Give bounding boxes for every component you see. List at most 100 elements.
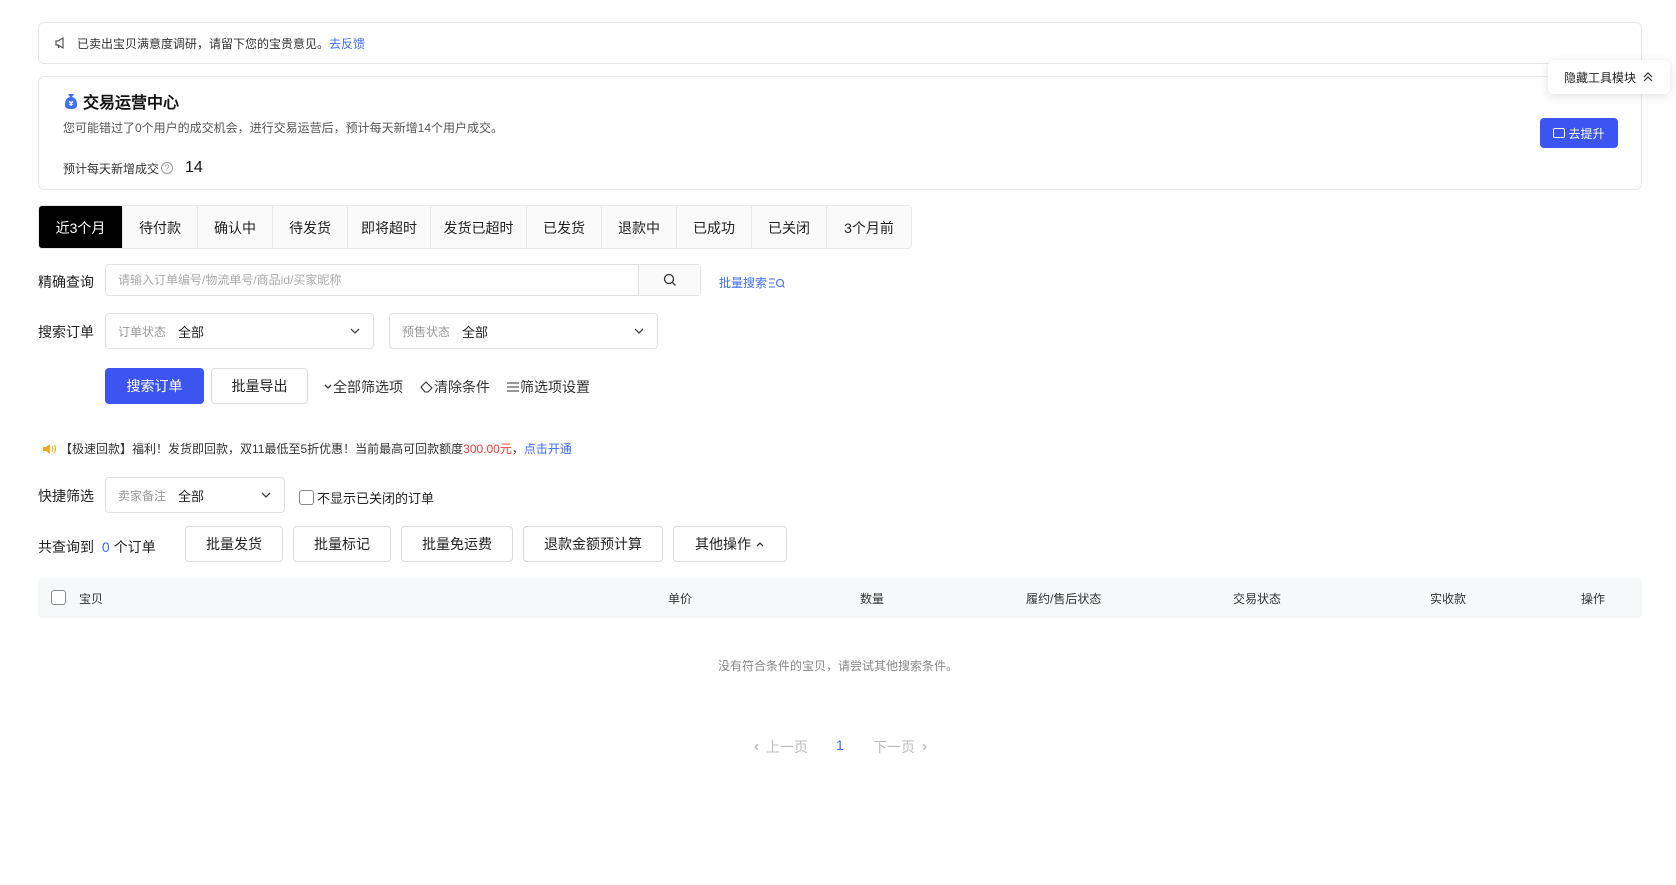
seller-remark-value: 全部 — [178, 488, 205, 504]
result-suffix: 个订单 — [113, 539, 156, 555]
svg-text:¥: ¥ — [69, 100, 74, 108]
search-icon[interactable] — [638, 265, 700, 295]
order-table-header: 宝贝 单价 数量 履约/售后状态 交易状态 实收款 操作 — [38, 578, 1642, 618]
promo-amount: 300.00元 — [463, 442, 512, 456]
hide-closed-orders-option[interactable]: 不显示已关闭的订单 — [299, 488, 434, 507]
quick-filter-label: 快捷筛选 — [38, 488, 94, 504]
tab-6[interactable]: 已发货 — [527, 206, 602, 248]
op-center-title-text: 交易运营中心 — [83, 95, 180, 112]
monitor-icon — [1553, 128, 1566, 138]
column-header-trade-status: 交易状态 — [1233, 592, 1282, 606]
survey-notice-bar: 已卖出宝贝满意度调研，请留下您的宝贵意见。 去反馈 — [38, 22, 1642, 64]
improve-button[interactable]: 去提升 — [1540, 118, 1618, 148]
tab-0[interactable]: 近3个月 — [39, 206, 123, 248]
promo-open-link[interactable]: 点击开通 — [524, 440, 572, 457]
batch-ship-button[interactable]: 批量发货 — [185, 526, 283, 562]
seller-remark-key: 卖家备注 — [118, 488, 167, 503]
seller-remark-select[interactable]: 卖家备注 全部 — [105, 477, 285, 513]
batch-free-shipping-button[interactable]: 批量免运费 — [401, 526, 513, 562]
result-prefix: 共查询到 — [38, 539, 94, 555]
order-status-tabs: 近3个月 待付款 确认中 待发货 即将超时 发货已超时 已发货 退款中 已成功 已关闭 3个月前 — [38, 205, 912, 249]
refund-estimate-button[interactable]: 退款金额预计算 — [523, 526, 663, 562]
precise-search-box — [105, 264, 701, 296]
filter-settings-button[interactable]: 筛选项设置 — [506, 377, 590, 397]
tab-8[interactable]: 已成功 — [677, 206, 752, 248]
speaker-icon — [43, 443, 56, 454]
help-icon[interactable]: ? — [161, 162, 174, 174]
chevron-down-icon — [634, 328, 644, 334]
improve-button-label: 去提升 — [1568, 126, 1605, 141]
empty-state-text: 没有符合条件的宝贝，请尝试其他搜索条件。 — [717, 659, 958, 673]
menu-icon — [507, 382, 519, 392]
eraser-icon — [420, 381, 433, 393]
order-status-key: 订单状态 — [118, 324, 167, 339]
clear-conditions-button[interactable]: 清除条件 — [420, 377, 490, 397]
precise-search-label: 精确查询 — [38, 274, 94, 290]
column-header-actions: 操作 — [1581, 592, 1606, 606]
search-order-button[interactable]: 搜索订单 — [105, 368, 204, 404]
tab-2[interactable]: 确认中 — [198, 206, 273, 248]
double-chevron-up-icon — [1643, 72, 1653, 82]
hide-closed-label: 不显示已关闭的订单 — [317, 491, 435, 506]
clear-conditions-label: 清除条件 — [434, 379, 490, 395]
tab-10[interactable]: 3个月前 — [827, 206, 911, 248]
order-status-select[interactable]: 订单状态 全部 — [105, 313, 374, 349]
megaphone-icon — [53, 35, 69, 51]
tab-4[interactable]: 即将超时 — [348, 206, 431, 248]
filter-settings-label: 筛选项设置 — [520, 379, 590, 395]
result-count-text: 共查询到 0 个订单 — [38, 537, 156, 557]
survey-notice-text: 已卖出宝贝满意度调研，请留下您的宝贵意见。 — [77, 36, 330, 51]
money-bag-icon: ¥ — [65, 94, 77, 109]
list-search-icon — [769, 277, 785, 288]
page-number-1[interactable]: 1 — [836, 737, 844, 753]
next-page-label: 下一页 — [873, 739, 915, 755]
chevron-down-icon — [350, 328, 360, 334]
select-all-checkbox[interactable] — [51, 590, 66, 605]
column-header-item: 宝贝 — [79, 592, 104, 606]
column-header-quantity: 数量 — [860, 592, 885, 606]
promo-text: 【极速回款】福利！发货即回款，双11最低至5折优惠！当前最高可回款额度 — [60, 442, 464, 456]
batch-search-label: 批量搜索 — [719, 276, 768, 290]
column-header-fulfillment-status: 履约/售后状态 — [1026, 592, 1102, 606]
other-actions-button[interactable]: 其他操作 — [673, 526, 787, 562]
op-stat-label: 预计每天新增成交 — [63, 161, 160, 176]
chevron-down-icon — [261, 492, 271, 498]
search-order-label: 搜索订单 — [38, 324, 94, 340]
chevron-left-icon — [754, 743, 759, 751]
presale-status-key: 预售状态 — [402, 324, 451, 339]
batch-mark-button[interactable]: 批量标记 — [293, 526, 391, 562]
all-filters-toggle[interactable]: 全部筛选项 — [323, 377, 403, 397]
fast-payback-promo: 【极速回款】福利！发货即回款，双11最低至5折优惠！当前最高可回款额度 300.… — [42, 440, 572, 457]
order-status-value: 全部 — [178, 324, 205, 340]
chevron-up-icon — [756, 542, 764, 547]
batch-search-link[interactable]: 批量搜索 — [719, 274, 786, 291]
op-center-description: 您可能错过了0个用户的成交机会，进行交易运营后，预计每天新增14个用户成交。 — [63, 121, 504, 135]
prev-page-label: 上一页 — [766, 739, 808, 755]
op-center-title: ¥ 交易运营中心 — [63, 89, 179, 113]
column-header-received: 实收款 — [1430, 592, 1467, 606]
batch-export-button[interactable]: 批量导出 — [211, 368, 308, 404]
tab-1[interactable]: 待付款 — [123, 206, 198, 248]
hide-closed-checkbox[interactable] — [299, 490, 314, 505]
result-count: 0 — [101, 539, 110, 555]
all-filters-label: 全部筛选项 — [333, 379, 403, 395]
op-center-stat: 预计每天新增成交 ? 14 — [63, 159, 203, 177]
tab-9[interactable]: 已关闭 — [752, 206, 827, 248]
presale-status-select[interactable]: 预售状态 全部 — [389, 313, 658, 349]
column-header-price: 单价 — [668, 592, 693, 606]
promo-separator: ， — [511, 442, 524, 456]
chevron-right-icon — [922, 743, 927, 751]
tab-7[interactable]: 退款中 — [602, 206, 677, 248]
prev-page-button[interactable]: 上一页 — [752, 737, 808, 757]
tab-3[interactable]: 待发货 — [273, 206, 348, 248]
presale-status-value: 全部 — [462, 324, 489, 340]
hide-tools-label: 隐藏工具模块 — [1563, 70, 1636, 85]
feedback-link[interactable]: 去反馈 — [329, 35, 365, 52]
precise-search-input[interactable] — [106, 265, 638, 295]
hide-tools-button[interactable]: 隐藏工具模块 — [1548, 60, 1670, 94]
tab-5[interactable]: 发货已超时 — [431, 206, 527, 248]
op-stat-value: 14 — [185, 159, 203, 176]
other-actions-label: 其他操作 — [695, 536, 751, 552]
trade-operation-center-card: ¥ 交易运营中心 您可能错过了0个用户的成交机会，进行交易运营后，预计每天新增1… — [38, 76, 1642, 190]
next-page-button[interactable]: 下一页 — [873, 737, 929, 757]
